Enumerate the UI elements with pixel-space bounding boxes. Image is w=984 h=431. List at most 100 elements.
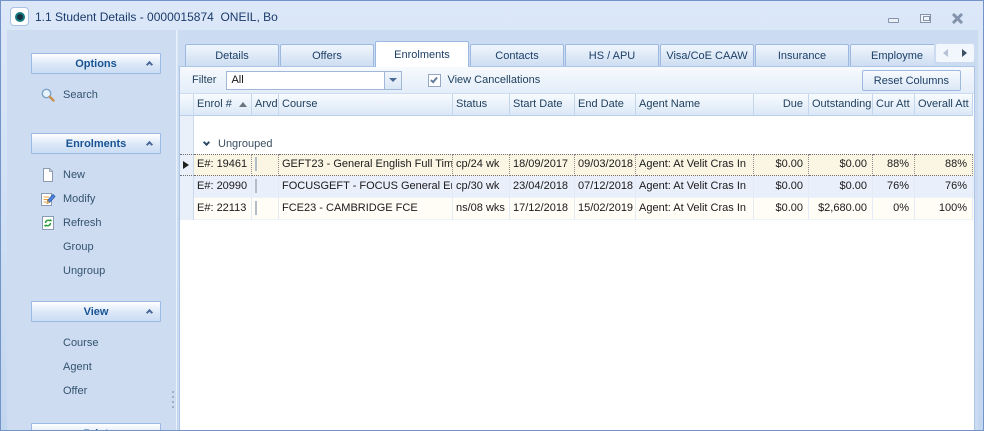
group-options-label: Options — [32, 58, 160, 70]
sidebar-item-offer[interactable]: Offer — [31, 379, 161, 403]
cell-status: ns/08 wks — [453, 198, 510, 220]
sidebar-item-agent[interactable]: Agent — [31, 355, 161, 379]
cell-end-date: 07/12/2018 — [575, 176, 636, 198]
cell-due: $0.00 — [754, 176, 809, 198]
sidebar-item-modify[interactable]: Modify — [31, 187, 161, 211]
minimize-button[interactable] — [885, 11, 901, 25]
cell-course: FCE23 - CAMBRIDGE FCE — [279, 198, 453, 220]
sidebar-item-label: Modify — [63, 193, 95, 205]
cell-agent-name: Agent: At Velit Cras In — [636, 154, 754, 176]
cell-overall-att: 76% — [915, 176, 973, 198]
sidebar-item-label: New — [63, 169, 85, 181]
table-row[interactable]: E#: 20990 FOCUSGEFT - FOCUS General Engl… — [180, 176, 974, 198]
arvd-checkbox[interactable] — [255, 157, 257, 171]
column-header-agent-name[interactable]: Agent Name — [636, 94, 754, 116]
sidebar-item-label: Ungroup — [63, 265, 105, 277]
filter-combobox[interactable]: All — [226, 71, 402, 90]
column-header-overall-att[interactable]: Overall Att — [915, 94, 973, 116]
restore-button[interactable] — [917, 11, 933, 25]
focused-row-indicator — [180, 154, 194, 176]
close-button[interactable] — [949, 11, 965, 25]
tab-enrolments[interactable]: Enrolments — [375, 41, 469, 67]
view-cancellations-label: View Cancellations — [447, 74, 540, 86]
grid-header-row: Enrol # Arvd Course Status Start Date En… — [180, 94, 974, 116]
sidebar-group-enrolments[interactable]: Enrolments — [31, 133, 161, 154]
cell-enrol: E#: 22113 — [194, 198, 252, 220]
sidebar-item-group[interactable]: Group — [31, 235, 161, 259]
view-cancellations-checkbox[interactable] — [428, 74, 441, 87]
sort-ascending-icon — [239, 102, 247, 107]
sidebar-item-new[interactable]: New — [31, 163, 161, 187]
filter-value: All — [227, 72, 384, 89]
sidebar-splitter-grip[interactable] — [172, 391, 174, 408]
arvd-checkbox[interactable] — [255, 179, 257, 193]
arvd-checkbox[interactable] — [255, 201, 257, 215]
column-header-arvd[interactable]: Arvd — [252, 94, 279, 116]
cell-cur-att: 76% — [873, 176, 915, 198]
cell-status: cp/30 wk — [453, 176, 510, 198]
reset-columns-button[interactable]: Reset Columns — [862, 70, 961, 91]
tab-scroll-right-icon[interactable] — [962, 49, 967, 57]
sidebar-item-refresh[interactable]: Refresh — [31, 211, 161, 235]
table-row[interactable]: E#: 22113 FCE23 - CAMBRIDGE FCE ns/08 wk… — [180, 198, 974, 220]
table-row[interactable]: E#: 19461 GEFT23 - General English Full … — [180, 154, 974, 176]
cell-start-date: 23/04/2018 — [510, 176, 575, 198]
cell-due: $0.00 — [754, 154, 809, 176]
window-title: 1.1 Student Details - 0000015874 ONEIL, … — [35, 10, 278, 24]
sidebar-group-print[interactable]: Print — [31, 423, 161, 431]
view-cancellations-option[interactable]: View Cancellations — [428, 74, 540, 87]
cell-course: GEFT23 - General English Full Time — [279, 154, 453, 176]
cell-start-date: 17/12/2018 — [510, 198, 575, 220]
combo-dropdown-button[interactable] — [384, 72, 401, 89]
column-header-status[interactable]: Status — [453, 94, 510, 116]
cell-outstanding: $0.00 — [809, 154, 873, 176]
column-header-cur-att[interactable]: Cur Att — [873, 94, 915, 116]
cell-cur-att: 0% — [873, 198, 915, 220]
sidebar-item-label: Agent — [63, 361, 92, 373]
main-panel: Details Offers Enrolments Contacts HS / … — [178, 30, 978, 430]
cell-start-date: 18/09/2017 — [510, 154, 575, 176]
cell-overall-att: 100% — [915, 198, 973, 220]
column-header-start-date[interactable]: Start Date — [510, 94, 575, 116]
filter-label: Filter — [192, 74, 216, 86]
group-row-ungrouped[interactable]: Ungrouped — [180, 133, 974, 154]
tab-insurance[interactable]: Insurance — [755, 44, 849, 67]
sidebar-group-options[interactable]: Options — [31, 53, 161, 74]
refresh-icon — [40, 215, 56, 231]
restore-icon — [920, 14, 931, 23]
column-header-enrol[interactable]: Enrol # — [194, 94, 252, 116]
tabstrip: Details Offers Enrolments Contacts HS / … — [185, 41, 934, 67]
cell-enrol: E#: 20990 — [194, 176, 252, 198]
tab-visa-coe-caaw[interactable]: Visa/CoE CAAW — [660, 44, 754, 67]
tab-scroll-left-icon[interactable] — [943, 49, 948, 57]
sidebar-item-label: Group — [63, 241, 94, 253]
sidebar-group-view[interactable]: View — [31, 301, 161, 322]
tab-scroll-buttons — [935, 43, 975, 63]
tab-details[interactable]: Details — [185, 44, 279, 67]
cell-course: FOCUSGEFT - FOCUS General Englis — [279, 176, 453, 198]
cell-overall-att: 88% — [915, 154, 973, 176]
tab-hs-apu[interactable]: HS / APU — [565, 44, 659, 67]
sidebar-item-course[interactable]: Course — [31, 331, 161, 355]
cell-agent-name: Agent: At Velit Cras In — [636, 198, 754, 220]
check-icon — [431, 75, 439, 83]
column-header-due[interactable]: Due — [754, 94, 809, 116]
column-header-outstanding[interactable]: Outstanding — [809, 94, 873, 116]
cell-status: cp/24 wk — [453, 154, 510, 176]
tab-offers[interactable]: Offers — [280, 44, 374, 67]
sidebar-item-ungroup[interactable]: Ungroup — [31, 259, 161, 283]
tab-contacts[interactable]: Contacts — [470, 44, 564, 67]
enrolments-grid: Enrol # Arvd Course Status Start Date En… — [180, 94, 974, 220]
enrolments-tab-page: Filter All View Cancellations Reset Colu… — [179, 66, 975, 430]
close-icon — [951, 12, 964, 25]
filter-toolbar: Filter All View Cancellations Reset Colu… — [180, 67, 974, 94]
column-header-course[interactable]: Course — [279, 94, 453, 116]
column-header-end-date[interactable]: End Date — [575, 94, 636, 116]
sidebar-item-search[interactable]: Search — [31, 83, 161, 107]
tab-employment[interactable]: Employme — [850, 44, 934, 67]
cell-end-date: 15/02/2019 — [575, 198, 636, 220]
group-enrolments-label: Enrolments — [32, 138, 160, 150]
new-document-icon — [40, 167, 56, 183]
sidebar: Options Search Enrolments — [7, 30, 177, 430]
chevron-down-icon — [389, 78, 397, 82]
